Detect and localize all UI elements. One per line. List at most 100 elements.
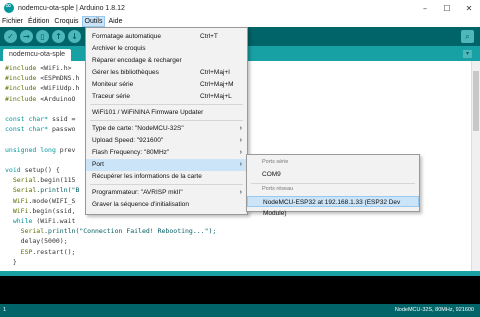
code-line: Serial.println("B [5, 186, 80, 195]
menu-croquis[interactable]: Croquis [52, 16, 80, 27]
code-line: void setup() { [5, 166, 60, 175]
port-submenu: Ports série COM9 Ports réseau NodeMCU-ES… [246, 154, 420, 217]
outils-menu-item[interactable]: Flash Frequency: "80MHz" › [86, 147, 247, 159]
code-line: const char* ssid = [5, 115, 75, 124]
outils-menu: Formatage automatique Ctrl+T Archiver le c… [85, 27, 248, 215]
submenu-arrow-icon: › [239, 125, 242, 132]
code-line: #include <WiFi.h> [5, 64, 72, 73]
new-icon[interactable]: ▯ [36, 30, 49, 43]
window-title: nodemcu-ota-sple | Arduino 1.8.12 [18, 4, 125, 12]
menu-item-label: Gérer les bibliothèques [92, 69, 159, 76]
console-output [0, 276, 480, 304]
code-text: .begin(115 [36, 176, 76, 185]
save-icon[interactable]: ↓ [68, 30, 81, 43]
menu-item-shortcut: Ctrl+T [200, 33, 218, 40]
code-text: setup() { [20, 166, 60, 174]
outils-menu-item[interactable]: Formatage automatique Ctrl+T [86, 31, 247, 43]
menu-separator [90, 184, 243, 185]
scrollbar-thumb[interactable] [473, 71, 479, 131]
menu-aide[interactable]: Aide [106, 16, 124, 27]
code-token: const char* [5, 115, 49, 123]
code-token: } [5, 257, 17, 266]
menu-item-label: Type de carte: "NodeMCU-32S" [92, 125, 184, 132]
code-line: unsigned long prev [5, 146, 75, 155]
outils-menu-item[interactable]: Traceur série Ctrl+Maj+L [86, 91, 247, 103]
outils-menu-item[interactable]: Réparer encodage & recharger [86, 55, 247, 67]
code-text: <ArduinoO [36, 94, 76, 103]
code-text: <WiFiUdp.h [36, 84, 80, 93]
code-token: #include [5, 94, 37, 103]
serial-ports-header: Ports série [262, 159, 289, 165]
submenu-arrow-icon: › [239, 161, 242, 168]
code-line: #include <ESPmDNS.h [5, 74, 79, 83]
tab-sketch[interactable]: nodemcu-ota-sple [3, 49, 72, 61]
code-line: Serial.println("Connection Failed! Reboo… [5, 227, 217, 236]
menu-item-shortcut: Ctrl+Maj+L [200, 93, 232, 100]
upload-icon[interactable]: → [20, 30, 33, 43]
code-token: delay [5, 237, 41, 246]
code-line: } [5, 258, 17, 267]
code-token: Serial [5, 186, 37, 195]
outils-menu-item[interactable]: Gérer les bibliothèques Ctrl+Maj+I [86, 67, 247, 79]
maximize-button[interactable]: ☐ [436, 0, 458, 16]
tab-menu-arrow-icon[interactable]: ▾ [463, 50, 472, 58]
outils-menu-item[interactable]: Programmateur: "AVRISP mkII" › [86, 187, 247, 199]
outils-menu-item[interactable]: Type de carte: "NodeMCU-32S" › [86, 123, 247, 135]
outils-menu-item[interactable]: Moniteur série Ctrl+Maj+M [86, 79, 247, 91]
outils-menu-item[interactable]: Upload Speed: "921600" › [86, 135, 247, 147]
status-line-number: 1 [3, 307, 7, 313]
code-text: <ESPmDNS.h [36, 74, 80, 83]
code-text: ssid = [48, 115, 76, 123]
code-line: Serial.begin(115 [5, 176, 76, 185]
code-text: .println("B [36, 186, 80, 195]
code-line: WiFi.mode(WIFI_S [5, 197, 76, 206]
code-token: #include [5, 74, 37, 83]
outils-menu-item[interactable]: Récupérer les informations de la carte [86, 171, 247, 183]
verify-icon[interactable]: ✓ [4, 30, 17, 43]
menu-item-label: Archiver le croquis [92, 45, 146, 52]
code-token: const char* [5, 125, 49, 134]
outils-menu-item[interactable]: Archiver le croquis [86, 43, 247, 55]
menu-bar: Fichier Édition Croquis Outils Aide [0, 16, 480, 27]
menu-item-label: Réparer encodage & recharger [92, 57, 182, 64]
menu-item-label: Port [92, 161, 104, 168]
network-ports-header: Ports réseau [262, 186, 294, 192]
outils-menu-item[interactable]: Graver la séquence d'initialisation [86, 199, 247, 211]
code-text: (5000); [40, 237, 68, 246]
arduino-logo-icon [4, 1, 14, 13]
submenu-arrow-icon: › [239, 149, 242, 156]
menu-item-label: Formatage automatique [92, 33, 162, 40]
submenu-separator [251, 183, 415, 184]
code-line: delay(5000); [5, 237, 68, 246]
code-text: .println("Connection Failed! Rebooting..… [44, 227, 217, 236]
code-text: <WiFi.h> [36, 64, 72, 72]
menu-edition[interactable]: Édition [26, 16, 51, 27]
port-item-com9[interactable]: COM9 [247, 169, 419, 180]
port-item-label: COM9 [262, 171, 281, 178]
status-bar: 1 NodeMCU-32S, 80MHz, 921600 [0, 304, 480, 317]
magnifier-icon[interactable]: ⌕ [461, 30, 474, 43]
minimize-button[interactable]: – [414, 0, 436, 16]
code-token: void [5, 166, 21, 174]
window-controls: – ☐ ✕ [414, 0, 480, 16]
code-token: unsigned long [5, 145, 56, 154]
port-item-label: NodeMCU-ESP32 at 192.168.1.33 (ESP32 Dev… [263, 199, 401, 217]
code-token: #include [5, 64, 37, 72]
menu-item-label: Programmateur: "AVRISP mkII" [92, 189, 183, 196]
menu-fichier[interactable]: Fichier [0, 16, 25, 27]
outils-menu-item[interactable]: WiFi101 / WiFiNINA Firmware Updater [86, 107, 247, 119]
menu-outils[interactable]: Outils [81, 16, 106, 27]
outils-menu-item[interactable]: Port › [86, 159, 247, 171]
menu-item-label: WiFi101 / WiFiNINA Firmware Updater [92, 109, 204, 116]
close-button[interactable]: ✕ [458, 0, 480, 16]
port-item-network[interactable]: NodeMCU-ESP32 at 192.168.1.33 (ESP32 Dev… [247, 196, 419, 217]
editor-scrollbar[interactable] [471, 61, 480, 271]
code-line: while (WiFi.wait [5, 217, 76, 226]
menu-separator [90, 120, 243, 121]
menu-separator [90, 104, 243, 105]
code-text: prev [55, 145, 76, 154]
menu-item-label: Graver la séquence d'initialisation [92, 201, 189, 208]
open-icon[interactable]: ↑ [52, 30, 65, 43]
code-text: passwo [48, 125, 76, 134]
code-line: const char* passwo [5, 125, 75, 134]
